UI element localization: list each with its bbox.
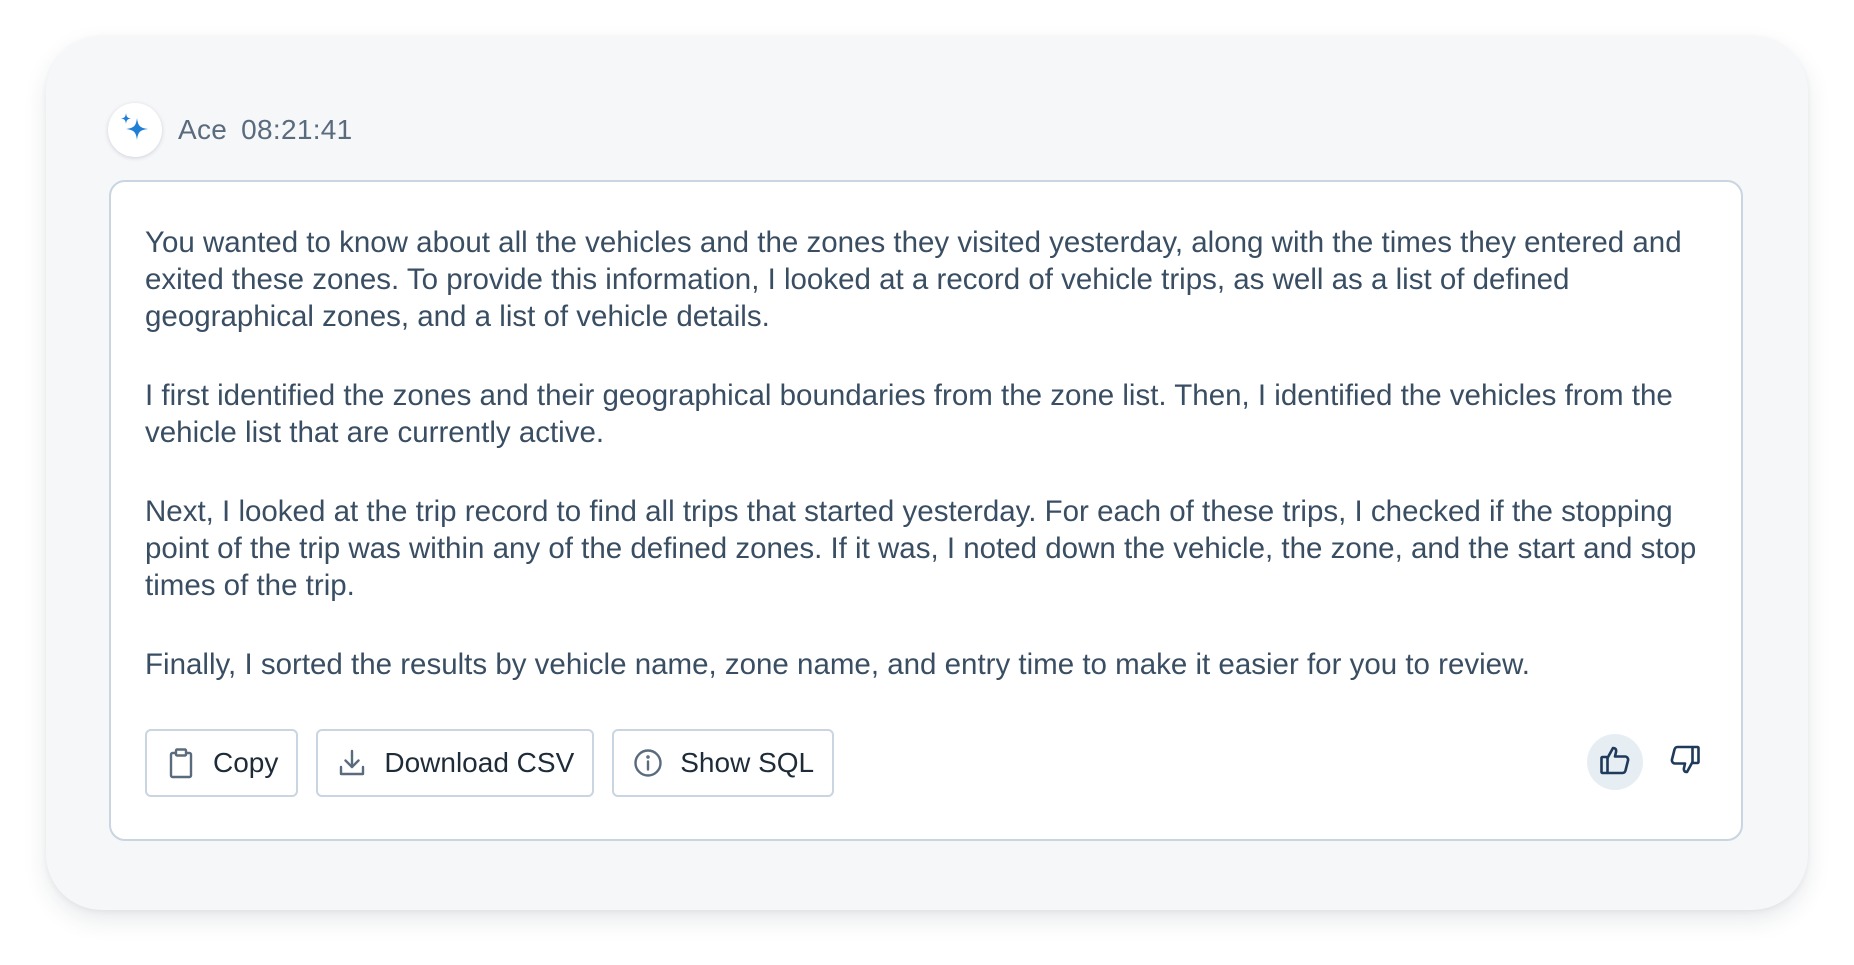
thumbs-up-button[interactable] (1587, 734, 1643, 790)
message-actions: Copy Download CSV Show SQL (145, 729, 835, 797)
message-timestamp: 08:21:41 (241, 114, 353, 145)
show-sql-label: Show SQL (680, 747, 815, 778)
copy-button[interactable]: Copy (145, 729, 299, 797)
clipboard-icon (165, 747, 197, 779)
assistant-avatar (108, 103, 162, 157)
copy-label: Copy (213, 747, 279, 778)
thumbs-up-icon (1598, 743, 1632, 782)
message-paragraph: Finally, I sorted the results by vehicle… (145, 648, 1530, 681)
message-meta: Ace 08:21:41 (178, 114, 353, 146)
show-sql-button[interactable]: Show SQL (612, 729, 835, 797)
message-bubble: You wanted to know about all the vehicle… (109, 180, 1743, 841)
download-icon (336, 747, 368, 779)
message-paragraph: I first identified the zones and their g… (145, 379, 1673, 449)
sender-name: Ace (178, 114, 228, 145)
message-header: Ace 08:21:41 (108, 103, 353, 157)
thumbs-down-button[interactable] (1657, 734, 1713, 790)
download-csv-button[interactable]: Download CSV (316, 729, 595, 797)
message-body: You wanted to know about all the vehicle… (145, 224, 1715, 725)
feedback-controls (1587, 734, 1713, 790)
download-csv-label: Download CSV (384, 747, 575, 778)
message-paragraph: Next, I looked at the trip record to fin… (145, 495, 1697, 602)
sparkle-icon (118, 111, 152, 150)
message-paragraph: You wanted to know about all the vehicle… (145, 226, 1682, 333)
thumbs-down-icon (1668, 743, 1702, 782)
info-icon (632, 747, 664, 779)
